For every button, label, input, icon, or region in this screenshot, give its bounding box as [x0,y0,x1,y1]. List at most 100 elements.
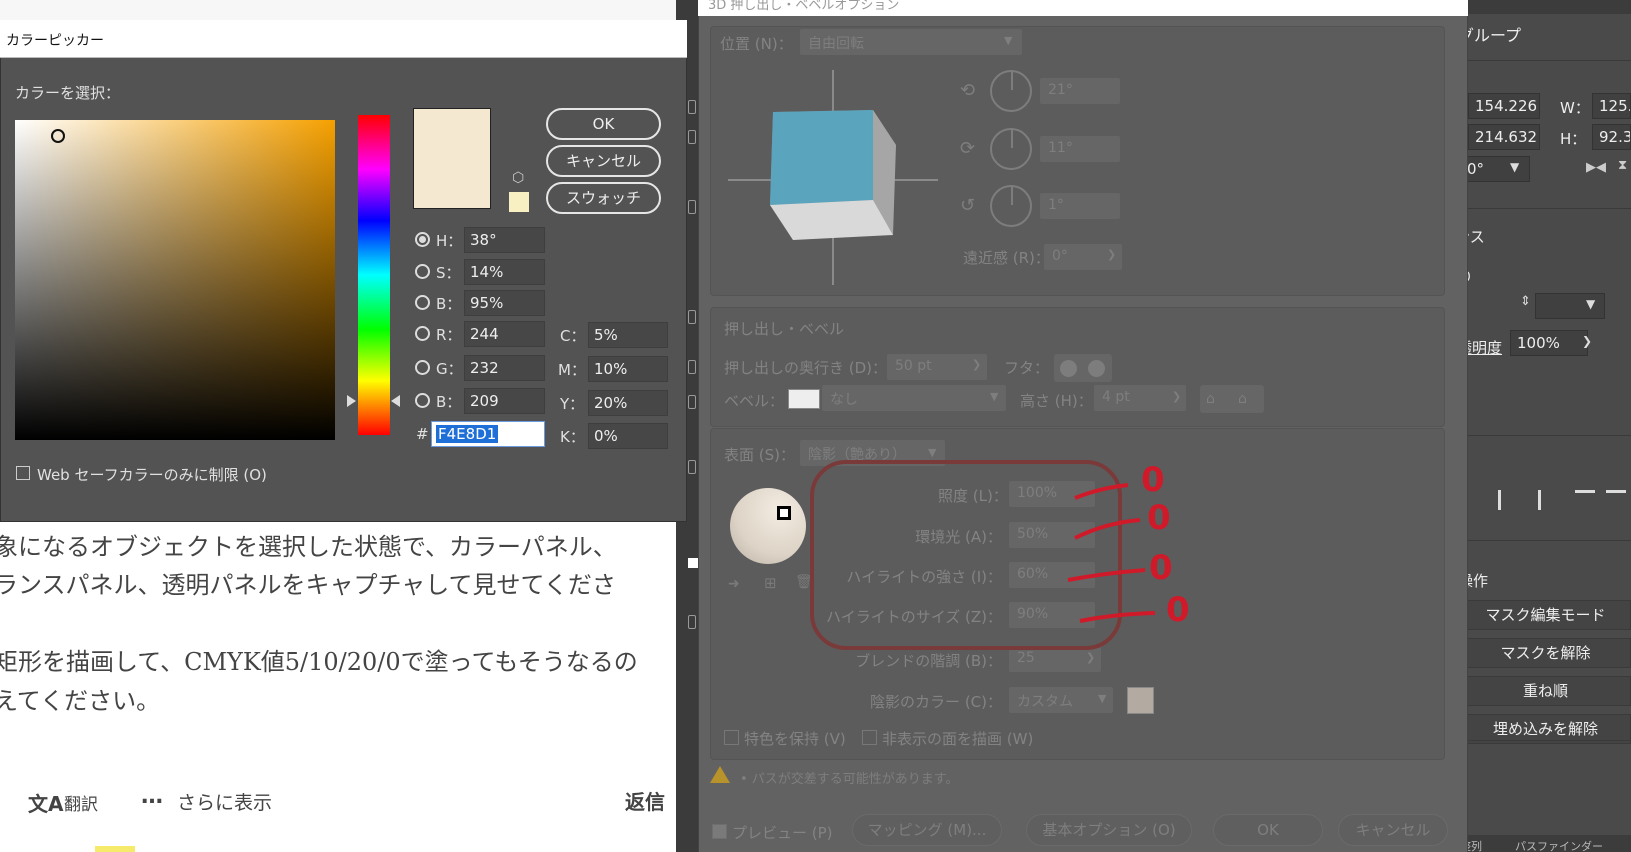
chevron-right-icon[interactable]: ❯ [972,358,981,371]
cap-on-icon[interactable] [1060,360,1077,377]
blue-radio[interactable] [415,393,430,408]
hue-slider[interactable] [358,115,390,435]
mask-edit-mode-button[interactable]: マスク編集モード [1460,600,1631,630]
tool-icon[interactable] [688,615,696,629]
basic-options-button[interactable]: 基本オプション (O) [1026,814,1192,846]
web-text-line-4: えてください。 [0,687,161,715]
g-field[interactable]: 232 [464,355,545,381]
move-light-back-icon[interactable]: ➜ [728,576,740,592]
angle-field[interactable]: 0° [1460,156,1530,182]
rotate-x-field[interactable]: 21° [1040,78,1120,104]
b-radio[interactable] [415,295,430,310]
rotate-y-dial[interactable] [990,128,1032,170]
h-field[interactable]: 92.35 [1592,124,1631,150]
bevel-in-icon[interactable]: ⌂ [1238,391,1247,407]
more-button[interactable]: … さらに表示 [141,784,281,814]
current-color-swatch [413,108,491,209]
align-top-icon[interactable] [1575,490,1595,510]
flip-vertical-icon[interactable]: ⧗ [1618,158,1627,173]
cancel-button[interactable]: キャンセル [546,145,661,177]
hidden-faces-checkbox[interactable] [862,730,877,745]
align-middle-icon[interactable] [1606,490,1626,510]
c-field[interactable]: 5% [588,322,668,348]
tool-icon[interactable] [688,460,696,474]
tool-icon[interactable] [688,130,696,144]
y-field[interactable]: 20% [588,390,668,416]
rotate-y-field[interactable]: 11° [1040,136,1120,162]
opacity-field[interactable]: 100% [1510,330,1588,356]
stroke-swatch-icon[interactable] [688,558,698,568]
reply-button[interactable]: 返信 [625,786,665,815]
web-safe-checkbox[interactable] [16,466,30,480]
light-source-handle[interactable] [777,506,791,520]
color-field-cursor[interactable] [51,129,65,143]
ok-button[interactable]: OK [546,108,661,140]
chevron-right-icon[interactable]: ❯ [1172,390,1181,403]
chevron-right-icon[interactable]: ❯ [1582,334,1592,348]
gamut-swatch[interactable] [509,192,529,212]
m-field[interactable]: 10% [588,356,668,382]
flip-horizontal-icon[interactable]: ▶◀ [1586,160,1606,175]
x-field[interactable]: 154.226 [1468,93,1540,119]
color-field[interactable] [15,120,335,440]
tool-icon[interactable] [688,360,696,374]
chevron-down-icon[interactable]: ▼ [1586,297,1595,311]
h-radio[interactable] [415,232,430,247]
cancel-button-3d[interactable]: キャンセル [1338,814,1448,846]
s-label: S： [436,264,461,282]
bevel-out-icon[interactable]: ⌂ [1206,391,1215,407]
chevron-down-icon[interactable]: ▼ [1098,692,1106,705]
cube-preview[interactable] [728,70,938,285]
s-field[interactable]: 14% [464,259,545,285]
color-picker-title: カラーピッカー [6,33,104,49]
align-right-icon[interactable] [1538,490,1558,510]
blue-field[interactable]: 209 [464,388,545,414]
web-text-line-1: 象になるオブジェクトを選択した状態で、カラーパネル、 [0,533,617,561]
bevel-select[interactable]: なし [822,385,1006,411]
b-field[interactable]: 95% [464,290,545,316]
rotate-x-dial[interactable] [990,70,1032,112]
hue-slider-right-handle[interactable] [391,395,400,407]
align-center-icon[interactable] [1498,490,1518,510]
hue-slider-left-handle[interactable] [347,395,356,407]
chevron-down-icon[interactable]: ▼ [1004,34,1012,47]
tool-icon[interactable] [688,100,696,114]
hex-field[interactable]: F4E8D1 [431,421,545,447]
rotate-z-dial[interactable] [990,185,1032,227]
preview-checkbox[interactable] [712,824,727,839]
cap-off-icon[interactable] [1088,360,1105,377]
new-light-icon[interactable]: ⊞ [764,574,777,592]
tab-pathfinder[interactable]: パスファインダー [1515,838,1603,852]
h-field[interactable]: 38° [464,227,545,253]
swatch-button[interactable]: スウォッチ [546,182,661,214]
ok-button-3d[interactable]: OK [1213,814,1323,846]
g-radio[interactable] [415,360,430,375]
stepper-icon[interactable]: ⇕ [1520,294,1531,309]
mapping-button[interactable]: マッピング (M)... [852,814,1002,846]
shade-color-label: 陰影のカラー (C)： [870,693,1002,711]
translate-button[interactable]: 文A 翻訳 [28,786,110,816]
out-of-gamut-icon[interactable]: ⬡ [512,170,524,186]
position-select[interactable]: 自由回転 [800,29,1022,55]
r-radio[interactable] [415,326,430,341]
w-field[interactable]: 125.8 [1592,93,1631,119]
tool-icon[interactable] [688,200,696,214]
chevron-down-icon[interactable]: ▼ [1510,160,1519,174]
k-field[interactable]: 0% [588,423,668,449]
y-label: Y： [560,395,585,413]
chevron-down-icon[interactable]: ▼ [990,390,998,403]
rotate-z-field[interactable]: 1° [1040,193,1120,219]
s-radio[interactable] [415,264,430,279]
lighting-sphere-preview[interactable] [730,488,806,564]
tool-icon[interactable] [688,395,696,409]
divider [1455,540,1631,541]
m-label: M： [558,361,586,379]
release-mask-button[interactable]: マスクを解除 [1460,638,1631,668]
chevron-right-icon[interactable]: ❯ [1107,248,1116,261]
arrange-button[interactable]: 重ね順 [1460,676,1631,706]
tool-icon[interactable] [688,310,696,324]
y-field[interactable]: 214.632 [1468,124,1540,150]
preserve-spot-checkbox[interactable] [724,730,739,745]
r-field[interactable]: 244 [464,321,545,347]
shade-color-swatch[interactable] [1127,687,1154,714]
